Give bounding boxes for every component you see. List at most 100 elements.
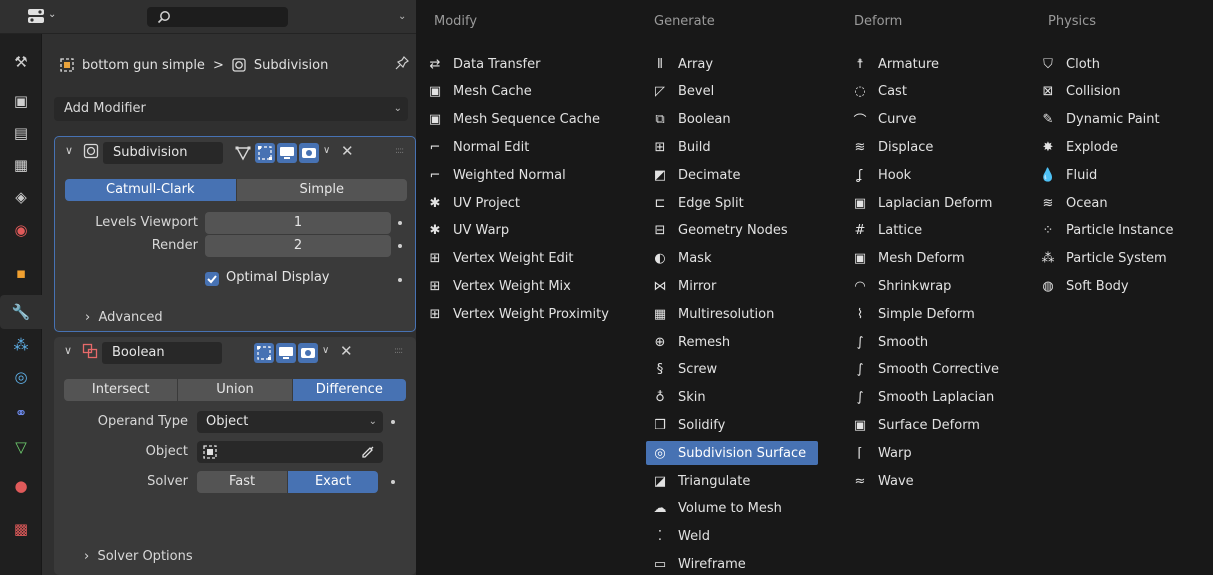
- menu-item-build[interactable]: ⊞ Build: [652, 135, 711, 159]
- advanced-subpanel-header[interactable]: › Advanced: [85, 310, 163, 325]
- texture-icon[interactable]: ▩: [11, 519, 31, 539]
- simple-button[interactable]: Simple: [236, 179, 407, 201]
- on-cage-toggle[interactable]: [233, 143, 253, 163]
- intersect-button[interactable]: Intersect: [64, 379, 179, 401]
- render-levels-field[interactable]: 2: [205, 235, 391, 257]
- mesh-data-icon[interactable]: ▽: [11, 437, 31, 457]
- viewport-toggle[interactable]: [277, 143, 297, 163]
- material-icon[interactable]: ●: [11, 476, 31, 496]
- keyframe-dot-icon[interactable]: [391, 480, 395, 484]
- menu-item-skin[interactable]: ♁ Skin: [652, 386, 705, 410]
- menu-item-simple-deform[interactable]: ⌇ Simple Deform: [852, 302, 975, 326]
- menu-item-ocean[interactable]: ≋ Ocean: [1040, 191, 1108, 215]
- menu-item-vertex-weight-proximity[interactable]: ⊞ Vertex Weight Proximity: [427, 302, 609, 326]
- menu-item-weighted-normal[interactable]: ⌐ Weighted Normal: [427, 163, 566, 187]
- fast-button[interactable]: Fast: [197, 471, 288, 493]
- union-button[interactable]: Union: [178, 379, 293, 401]
- menu-item-mask[interactable]: ◐ Mask: [652, 247, 711, 271]
- boolean-operation-selector[interactable]: Intersect Union Difference: [64, 379, 406, 401]
- collapse-chevron-icon[interactable]: ∨: [64, 344, 72, 357]
- drag-handle-icon[interactable]: ::::: [394, 346, 403, 356]
- wrench-icon[interactable]: 🔧: [11, 302, 31, 322]
- menu-item-mirror[interactable]: ⋈ Mirror: [652, 274, 717, 298]
- keyframe-dot-icon[interactable]: [398, 244, 402, 248]
- search-input[interactable]: [147, 7, 288, 27]
- menu-item-vertex-weight-mix[interactable]: ⊞ Vertex Weight Mix: [427, 274, 571, 298]
- solver-selector[interactable]: Fast Exact: [197, 471, 378, 493]
- object-icon[interactable]: ▪: [11, 263, 31, 283]
- catmull-clark-button[interactable]: Catmull-Clark: [65, 179, 237, 201]
- viewport-toggle[interactable]: [276, 343, 296, 363]
- menu-item-screw[interactable]: § Screw: [652, 358, 717, 382]
- menu-item-cloth[interactable]: ⛉ Cloth: [1040, 52, 1100, 76]
- menu-item-mesh-cache[interactable]: ▣ Mesh Cache: [427, 80, 532, 104]
- exact-button[interactable]: Exact: [288, 471, 378, 493]
- menu-item-solidify[interactable]: ❒ Solidify: [652, 413, 725, 437]
- menu-item-volume-to-mesh[interactable]: ☁ Volume to Mesh: [652, 497, 782, 521]
- levels-viewport-field[interactable]: 1: [205, 212, 391, 234]
- image-icon[interactable]: ▦: [11, 155, 31, 175]
- menu-item-smooth-laplacian[interactable]: ∫ Smooth Laplacian: [852, 386, 995, 410]
- tool-icon[interactable]: ⚒: [11, 52, 31, 72]
- close-icon[interactable]: ✕: [341, 142, 354, 160]
- particles-icon[interactable]: ⁂: [11, 335, 31, 355]
- menu-item-particle-instance[interactable]: ⁘ Particle Instance: [1040, 219, 1174, 243]
- modifier-options-chevron-icon[interactable]: ∨: [323, 145, 330, 156]
- render-toggle[interactable]: [298, 343, 318, 363]
- menu-item-subdivision-surface[interactable]: ◎ Subdivision Surface: [646, 441, 818, 466]
- optimal-display-checkbox[interactable]: [205, 272, 219, 286]
- menu-item-smooth-corrective[interactable]: ∫ Smooth Corrective: [852, 358, 999, 382]
- menu-item-dynamic-paint[interactable]: ✎ Dynamic Paint: [1040, 108, 1160, 132]
- keyframe-dot-icon[interactable]: [398, 221, 402, 225]
- menu-item-vertex-weight-edit[interactable]: ⊞ Vertex Weight Edit: [427, 247, 574, 271]
- menu-item-data-transfer[interactable]: ⇄ Data Transfer: [427, 52, 541, 76]
- object-field[interactable]: [197, 441, 383, 463]
- menu-item-bevel[interactable]: ◸ Bevel: [652, 80, 714, 104]
- menu-item-normal-edit[interactable]: ⌐ Normal Edit: [427, 135, 530, 159]
- menu-item-particle-system[interactable]: ⁂ Particle System: [1040, 247, 1167, 271]
- subdivision-modifier-header[interactable]: ∨ Subdivision ∨ ✕::::: [55, 137, 415, 167]
- render-toggle[interactable]: [299, 143, 319, 163]
- modifier-options-chevron-icon[interactable]: ∨: [322, 345, 329, 356]
- menu-item-geometry-nodes[interactable]: ⊟ Geometry Nodes: [652, 219, 788, 243]
- difference-button[interactable]: Difference: [292, 379, 406, 401]
- menu-item-uv-warp[interactable]: ✱ UV Warp: [427, 219, 510, 243]
- menu-item-triangulate[interactable]: ◪ Triangulate: [652, 469, 751, 493]
- menu-item-weld[interactable]: ⁚ Weld: [652, 525, 710, 549]
- menu-item-edge-split[interactable]: ⊏ Edge Split: [652, 191, 744, 215]
- menu-item-mesh-deform[interactable]: ▣ Mesh Deform: [852, 247, 965, 271]
- scene-icon[interactable]: ◈: [11, 187, 31, 207]
- printer-icon[interactable]: ▤: [11, 123, 31, 143]
- edit-mode-toggle[interactable]: [255, 143, 275, 163]
- menu-item-surface-deform[interactable]: ▣ Surface Deform: [852, 413, 980, 437]
- keyframe-dot-icon[interactable]: [398, 278, 402, 282]
- constraints-icon[interactable]: ⚭: [11, 403, 31, 423]
- menu-item-multiresolution[interactable]: ▦ Multiresolution: [652, 302, 774, 326]
- operand-type-dropdown[interactable]: Object ⌄: [197, 411, 383, 433]
- subdivision-mode-selector[interactable]: Catmull-Clark Simple: [65, 179, 407, 201]
- edit-mode-toggle[interactable]: [254, 343, 274, 363]
- header-options-chevron-icon[interactable]: ⌄: [398, 11, 406, 22]
- menu-item-curve[interactable]: ⌒ Curve: [852, 108, 916, 132]
- collapse-chevron-icon[interactable]: ∨: [65, 144, 73, 157]
- menu-item-mesh-sequence-cache[interactable]: ▣ Mesh Sequence Cache: [427, 108, 600, 132]
- menu-item-wireframe[interactable]: ▭ Wireframe: [652, 552, 746, 575]
- menu-item-remesh[interactable]: ⊕ Remesh: [652, 330, 731, 354]
- menu-item-shrinkwrap[interactable]: ◠ Shrinkwrap: [852, 274, 951, 298]
- add-modifier-dropdown[interactable]: Add Modifier ⌄: [54, 97, 408, 121]
- menu-item-hook[interactable]: ʆ Hook: [852, 163, 911, 187]
- menu-item-uv-project[interactable]: ✱ UV Project: [427, 191, 520, 215]
- subdivision-name-field[interactable]: Subdivision: [103, 142, 223, 164]
- menu-item-lattice[interactable]: # Lattice: [852, 219, 923, 243]
- menu-item-displace[interactable]: ≋ Displace: [852, 135, 934, 159]
- boolean-name-field[interactable]: Boolean: [102, 342, 222, 364]
- menu-item-boolean[interactable]: ⧉ Boolean: [652, 108, 730, 132]
- menu-item-decimate[interactable]: ◩ Decimate: [652, 163, 741, 187]
- menu-item-laplacian-deform[interactable]: ▣ Laplacian Deform: [852, 191, 993, 215]
- menu-item-cast[interactable]: ◌ Cast: [852, 80, 907, 104]
- menu-item-armature[interactable]: ☨ Armature: [852, 52, 939, 76]
- camera-back-icon[interactable]: ▣: [11, 91, 31, 111]
- physics-icon[interactable]: ◎: [11, 367, 31, 387]
- editor-type-dropdown[interactable]: ⌄: [22, 6, 62, 28]
- close-icon[interactable]: ✕: [340, 342, 353, 360]
